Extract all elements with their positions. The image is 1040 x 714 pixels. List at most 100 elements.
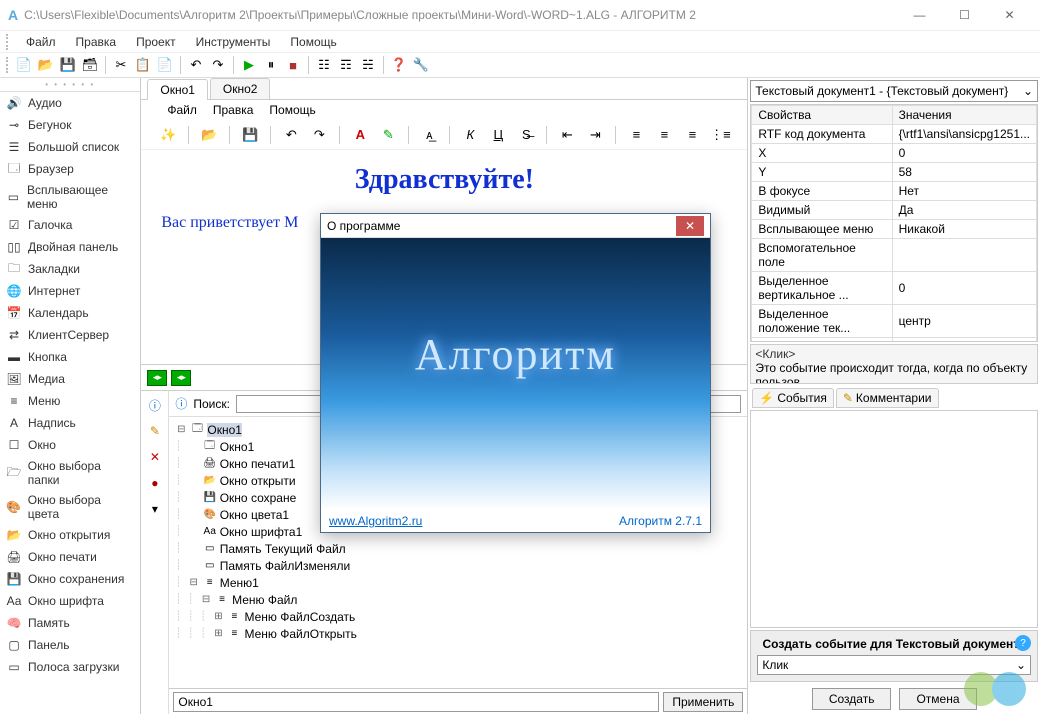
sidebar-item[interactable]: 📂Окно открытия bbox=[0, 524, 140, 546]
stop-icon[interactable]: ■ bbox=[283, 55, 303, 75]
property-row[interactable]: Y58 bbox=[752, 163, 1037, 182]
property-row[interactable]: Выделенное вертикальное ...0 bbox=[752, 272, 1037, 305]
tab-events[interactable]: ⚡События bbox=[752, 388, 834, 408]
sidebar-item[interactable]: 🖨Окно печати bbox=[0, 546, 140, 568]
property-row[interactable]: X0 bbox=[752, 144, 1037, 163]
help-icon[interactable]: ❓ bbox=[389, 55, 409, 75]
create-button[interactable]: Создать bbox=[812, 688, 892, 710]
property-row[interactable]: Выделенное положение тек...центр bbox=[752, 305, 1037, 338]
info-icon[interactable]: ⓘ bbox=[147, 397, 163, 413]
tree-node[interactable]: ┊ ┊ ⊟≡Меню Файл bbox=[175, 591, 741, 608]
font-icon[interactable]: ᴀ̲ bbox=[418, 124, 440, 146]
dialog-close-button[interactable]: ✕ bbox=[676, 216, 704, 236]
record-icon[interactable]: ● bbox=[147, 475, 163, 491]
tree-node[interactable]: ┊ ⊟≡Меню1 bbox=[175, 574, 741, 591]
cut-icon[interactable]: ✂ bbox=[111, 55, 131, 75]
sidebar-item[interactable]: 🌐Интернет bbox=[0, 280, 140, 302]
doc-save-icon[interactable]: 💾 bbox=[239, 124, 261, 146]
align-right-icon[interactable]: ≡ bbox=[681, 124, 703, 146]
sidebar-item[interactable]: ☑Галочка bbox=[0, 214, 140, 236]
saveall-icon[interactable]: 🗃 bbox=[80, 55, 100, 75]
sidebar-item[interactable]: ≡Меню bbox=[0, 390, 140, 412]
tree-node[interactable]: ┊ ▭Память ФайлИзменяли bbox=[175, 557, 741, 574]
sidebar-item[interactable]: ⇄КлиентСервер bbox=[0, 324, 140, 346]
menu-edit[interactable]: Правка bbox=[68, 33, 125, 51]
align-center-icon[interactable]: ≡ bbox=[653, 124, 675, 146]
align-left-icon[interactable]: ≡ bbox=[625, 124, 647, 146]
layout1-icon[interactable]: ☷ bbox=[314, 55, 334, 75]
doc-new-icon[interactable]: ✨ bbox=[157, 124, 179, 146]
property-row[interactable]: RTF код документа{\rtf1\ansi\ansicpg1251… bbox=[752, 125, 1037, 144]
highlight-icon[interactable]: ✎ bbox=[377, 124, 399, 146]
new-icon[interactable]: 📄 bbox=[14, 55, 34, 75]
sidebar-item[interactable]: ▢Панель bbox=[0, 634, 140, 656]
sidebar-item[interactable]: AНадпись bbox=[0, 412, 140, 434]
copy-icon[interactable]: 📋 bbox=[133, 55, 153, 75]
paste-icon[interactable]: 📄 bbox=[155, 55, 175, 75]
chip1-icon[interactable]: ◂▸ bbox=[147, 370, 167, 386]
tree-node[interactable]: ┊ ▭Память Текущий Файл bbox=[175, 540, 741, 557]
underline-icon[interactable]: Ц bbox=[487, 124, 509, 146]
menu-file[interactable]: Файл bbox=[18, 33, 64, 51]
redo-icon[interactable]: ↷ bbox=[208, 55, 228, 75]
save-icon[interactable]: 💾 bbox=[58, 55, 78, 75]
tab-comments[interactable]: ✎Комментарии bbox=[836, 388, 939, 408]
layout3-icon[interactable]: ☵ bbox=[358, 55, 378, 75]
tab-window2[interactable]: Окно2 bbox=[210, 78, 271, 99]
doc-menu-file[interactable]: Файл bbox=[161, 102, 203, 118]
undo-icon[interactable]: ↶ bbox=[186, 55, 206, 75]
font-color-icon[interactable]: A bbox=[349, 124, 371, 146]
layout2-icon[interactable]: ☶ bbox=[336, 55, 356, 75]
chip2-icon[interactable]: ◂▸ bbox=[171, 370, 191, 386]
tab-window1[interactable]: Окно1 bbox=[147, 79, 208, 100]
property-row[interactable]: В фокусеНет bbox=[752, 182, 1037, 201]
sidebar-item[interactable]: 📅Календарь bbox=[0, 302, 140, 324]
close-button[interactable]: ✕ bbox=[987, 1, 1032, 29]
italic-icon[interactable]: К bbox=[459, 124, 481, 146]
doc-redo-icon[interactable]: ↷ bbox=[308, 124, 330, 146]
open-icon[interactable]: 📂 bbox=[36, 55, 56, 75]
sidebar-item[interactable]: 🖼Медиа bbox=[0, 368, 140, 390]
sidebar-item[interactable]: ▭Полоса загрузки bbox=[0, 656, 140, 678]
tree-node[interactable]: ┊ ┊ ┊ ⊞≡Меню ФайлСоздать bbox=[175, 608, 741, 625]
delete-icon[interactable]: ✕ bbox=[147, 449, 163, 465]
sidebar-item[interactable]: ▬Кнопка bbox=[0, 346, 140, 368]
run-icon[interactable]: ▶ bbox=[239, 55, 259, 75]
sidebar-item[interactable]: ▯▯Двойная панель bbox=[0, 236, 140, 258]
menu-help[interactable]: Помощь bbox=[282, 33, 344, 51]
property-row[interactable]: Вспомогательное поле bbox=[752, 239, 1037, 272]
sidebar-item[interactable]: ⊸Бегунок bbox=[0, 114, 140, 136]
indent-inc-icon[interactable]: ⇥ bbox=[584, 124, 606, 146]
menu-tools[interactable]: Инструменты bbox=[188, 33, 279, 51]
sidebar-item[interactable]: 🧠Память bbox=[0, 612, 140, 634]
sidebar-item[interactable]: 🔊Аудио bbox=[0, 92, 140, 114]
property-row[interactable]: ВидимыйДа bbox=[752, 201, 1037, 220]
maximize-button[interactable]: ☐ bbox=[942, 1, 987, 29]
doc-menu-edit[interactable]: Правка bbox=[207, 102, 260, 118]
property-row[interactable]: Всплывающее менюНикакой bbox=[752, 220, 1037, 239]
help-icon[interactable]: ? bbox=[1015, 635, 1031, 651]
pause-icon[interactable]: ⏸ bbox=[261, 55, 281, 75]
doc-undo-icon[interactable]: ↶ bbox=[280, 124, 302, 146]
tree-node[interactable]: ┊ ┊ ┊ ⊞≡Меню ФайлОткрыть bbox=[175, 625, 741, 642]
object-selector[interactable]: Текстовый документ1 - {Текстовый докумен… bbox=[750, 80, 1038, 102]
strike-icon[interactable]: S̶ bbox=[515, 124, 537, 146]
edit-icon[interactable]: ✎ bbox=[147, 423, 163, 439]
property-grid[interactable]: Свойства Значения RTF код документа{\rtf… bbox=[750, 104, 1038, 342]
path-input[interactable] bbox=[173, 692, 659, 712]
doc-menu-help[interactable]: Помощь bbox=[263, 102, 321, 118]
indent-dec-icon[interactable]: ⇤ bbox=[556, 124, 578, 146]
menu-project[interactable]: Проект bbox=[128, 33, 184, 51]
apply-button[interactable]: Применить bbox=[663, 692, 743, 712]
bullets-icon[interactable]: ⋮≡ bbox=[709, 124, 731, 146]
sidebar-item[interactable]: АаОкно шрифта bbox=[0, 590, 140, 612]
settings-icon[interactable]: 🔧 bbox=[411, 55, 431, 75]
sidebar-item[interactable]: 🗔Браузер bbox=[0, 158, 140, 180]
sidebar-item[interactable]: 💾Окно сохранения bbox=[0, 568, 140, 590]
sidebar-item[interactable]: ▭Всплывающее меню bbox=[0, 180, 140, 214]
property-row[interactable]: Выделенный RTF{\rtf1\ansi\ansicpg1251... bbox=[752, 338, 1037, 343]
doc-open-icon[interactable]: 📂 bbox=[198, 124, 220, 146]
sidebar-item[interactable]: 🗁Окно выбора папки bbox=[0, 456, 140, 490]
sidebar-item[interactable]: ☐Окно bbox=[0, 434, 140, 456]
sidebar-item[interactable]: 🎨Окно выбора цвета bbox=[0, 490, 140, 524]
